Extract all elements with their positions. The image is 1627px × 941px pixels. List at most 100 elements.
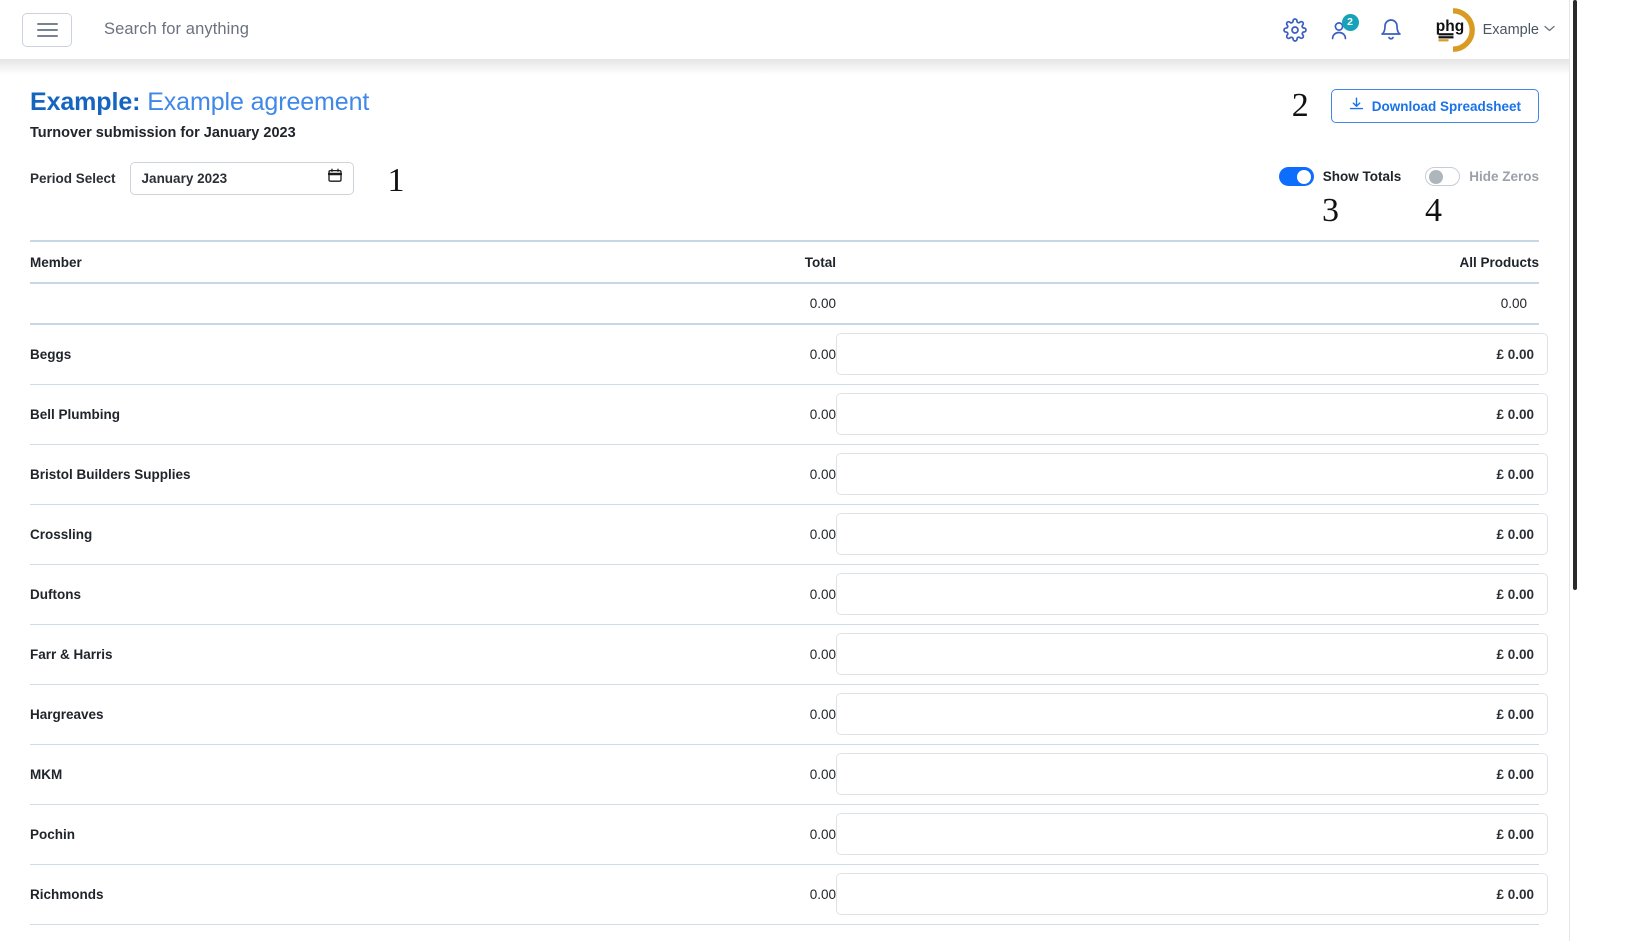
annotation-1: 1: [387, 162, 405, 199]
all-products-amount-input[interactable]: £ 0.00: [836, 333, 1548, 376]
table-row: Beggs 0.00 £ 0.00: [30, 324, 1548, 385]
member-total: 0.00: [790, 624, 836, 685]
totals-row-member: [30, 283, 790, 325]
table-body: 0.00 0.00 Beggs 0.00 £ 0.00 Bell Plumbin…: [30, 283, 1548, 925]
page-title-strong: Example:: [30, 88, 141, 116]
column-header-total: Total: [790, 240, 836, 284]
navbar-actions: 2 phg Example: [1271, 7, 1555, 52]
scrollbar-thumb[interactable]: [1573, 0, 1577, 590]
page-content: Example: Example agreement Turnover subm…: [0, 59, 1569, 925]
member-total: 0.00: [790, 384, 836, 445]
page-scrollbar[interactable]: [1569, 0, 1627, 941]
member-name: Beggs: [30, 324, 790, 385]
all-products-cell: £ 0.00: [836, 744, 1548, 805]
member-total: 0.00: [790, 504, 836, 565]
table-header-row: Member Total All Products: [30, 240, 1539, 284]
totals-row: 0.00 0.00: [30, 283, 1539, 325]
all-products-cell: £ 0.00: [836, 804, 1548, 865]
member-name: MKM: [30, 744, 790, 805]
hide-zeros-switch[interactable]: [1425, 167, 1461, 186]
show-totals-toggle[interactable]: Show Totals: [1278, 167, 1402, 186]
all-products-cell: £ 0.00: [836, 324, 1548, 385]
period-select-value: January 2023: [141, 170, 228, 186]
member-total: 0.00: [790, 744, 836, 805]
switch-knob: [1296, 169, 1311, 184]
all-products-cell: £ 0.00: [836, 864, 1548, 925]
period-select-group: Period Select January 2023 1: [30, 161, 405, 199]
header-actions: 2 Download Spreadsheet: [1292, 85, 1539, 123]
column-header-member: Member: [30, 240, 790, 284]
account-name: Example: [1482, 21, 1539, 38]
download-icon: [1349, 97, 1364, 115]
table-row: Farr & Harris 0.00 £ 0.00: [30, 624, 1548, 685]
all-products-amount-input[interactable]: £ 0.00: [836, 453, 1548, 495]
period-select-label: Period Select: [30, 170, 116, 186]
app-viewport: Search for anything 2 phg Example Exampl…: [0, 0, 1627, 941]
controls-row: Period Select January 2023 1 Show Totals…: [30, 161, 1539, 228]
switch-knob: [1429, 169, 1444, 184]
phg-logo-icon: phg: [1431, 7, 1475, 52]
chevron-down-icon: [1544, 24, 1555, 35]
all-products-amount-input[interactable]: £ 0.00: [836, 873, 1548, 915]
member-total: 0.00: [790, 804, 836, 865]
all-products-cell: £ 0.00: [836, 384, 1548, 445]
table-row: Bristol Builders Supplies 0.00 £ 0.00: [30, 444, 1548, 505]
menu-toggle-button[interactable]: [22, 12, 72, 47]
member-total: 0.00: [790, 324, 836, 385]
svg-text:phg: phg: [1435, 18, 1463, 35]
totals-row-products: 0.00: [836, 283, 1539, 325]
page-header-text: Example: Example agreement Turnover subm…: [30, 85, 369, 141]
member-name: Crossling: [30, 504, 790, 565]
member-total: 0.00: [790, 684, 836, 745]
all-products-cell: £ 0.00: [836, 624, 1548, 685]
table-row: Bell Plumbing 0.00 £ 0.00: [30, 384, 1548, 445]
bell-icon: [1380, 18, 1402, 41]
all-products-amount-input[interactable]: £ 0.00: [836, 633, 1548, 675]
all-products-amount-input[interactable]: £ 0.00: [836, 573, 1548, 615]
search-input[interactable]: Search for anything: [104, 20, 1271, 39]
download-spreadsheet-button[interactable]: Download Spreadsheet: [1330, 89, 1539, 123]
users-badge: 2: [1341, 13, 1359, 31]
member-name: Duftons: [30, 564, 790, 625]
page-header-row: Example: Example agreement Turnover subm…: [30, 85, 1539, 141]
table-row: Pochin 0.00 £ 0.00: [30, 804, 1548, 865]
member-name: Farr & Harris: [30, 624, 790, 685]
member-name: Pochin: [30, 804, 790, 865]
users-button[interactable]: 2: [1319, 10, 1367, 50]
member-name: Bristol Builders Supplies: [30, 444, 790, 505]
table-row: Duftons 0.00 £ 0.00: [30, 564, 1548, 625]
settings-button[interactable]: [1271, 10, 1319, 50]
view-toggles: Show Totals Hide Zeros: [1278, 161, 1539, 186]
hide-zeros-toggle[interactable]: Hide Zeros: [1425, 167, 1539, 186]
annotation-4: 4: [1425, 192, 1442, 229]
calendar-icon[interactable]: [327, 168, 342, 188]
all-products-amount-input[interactable]: £ 0.00: [836, 753, 1548, 795]
scrollbar-track[interactable]: [1572, 0, 1577, 941]
member-name: Bell Plumbing: [30, 384, 790, 445]
notifications-button[interactable]: [1367, 10, 1415, 50]
all-products-cell: £ 0.00: [836, 504, 1548, 565]
annotation-2: 2: [1291, 87, 1309, 124]
period-select-input[interactable]: January 2023: [129, 161, 354, 195]
table-head: Member Total All Products: [30, 240, 1539, 284]
hamburger-line: [36, 22, 58, 25]
page-subtitle: Turnover submission for January 2023: [30, 125, 296, 141]
show-totals-label: Show Totals: [1322, 169, 1402, 184]
all-products-amount-input[interactable]: £ 0.00: [836, 513, 1548, 555]
page-title-rest: Example agreement: [140, 88, 370, 116]
download-spreadsheet-label: Download Spreadsheet: [1371, 98, 1521, 114]
all-products-amount-input[interactable]: £ 0.00: [836, 813, 1548, 855]
show-totals-switch[interactable]: [1278, 167, 1314, 186]
all-products-amount-input[interactable]: £ 0.00: [836, 693, 1548, 735]
member-name: Hargreaves: [30, 684, 790, 745]
annotation-3: 3: [1322, 192, 1339, 229]
turnover-table: Member Total All Products 0.00 0.00 Begg…: [30, 240, 1548, 925]
table-row: Richmonds 0.00 £ 0.00: [30, 864, 1548, 925]
toggle-annotations: 3 4: [1322, 194, 1539, 228]
all-products-cell: £ 0.00: [836, 684, 1548, 745]
all-products-amount-input[interactable]: £ 0.00: [836, 393, 1548, 435]
account-menu[interactable]: phg Example: [1431, 7, 1555, 52]
all-products-cell: £ 0.00: [836, 444, 1548, 505]
hamburger-line: [36, 28, 58, 31]
member-total: 0.00: [790, 864, 836, 925]
